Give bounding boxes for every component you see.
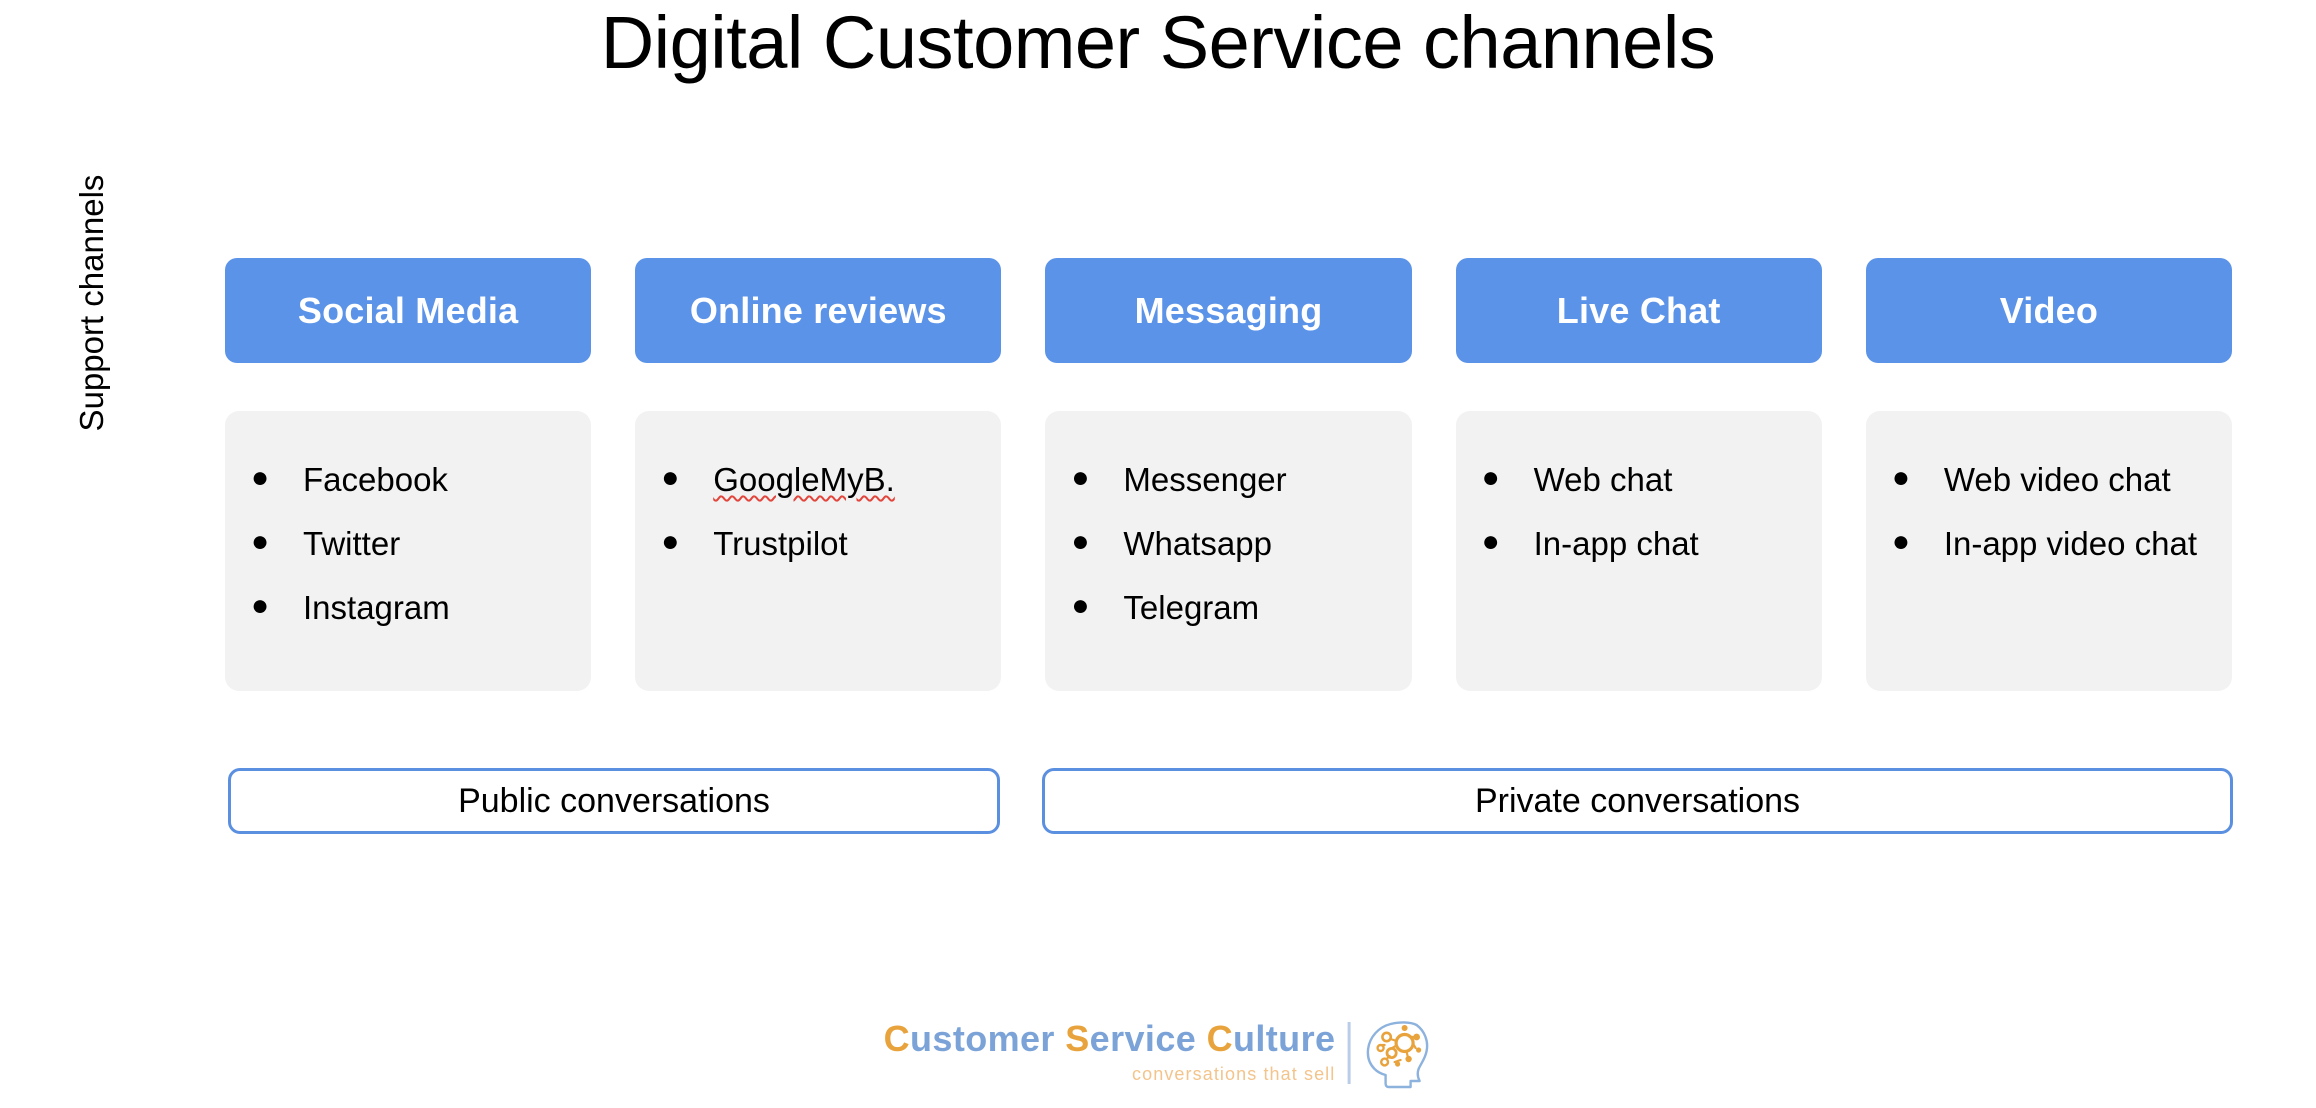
bullet-icon: ● — [1481, 461, 1500, 494]
logo-word3-cap: C — [1206, 1018, 1233, 1060]
channel-card-social-media: ● Facebook ● Twitter ● Instagram — [225, 411, 592, 691]
page-title: Digital Customer Service channels — [600, 1, 1716, 84]
list-item: ● Twitter — [239, 523, 577, 565]
bullet-icon: ● — [1891, 461, 1910, 494]
list-item: ● Facebook — [239, 459, 577, 501]
channel-list-messaging: ● Messenger ● Whatsapp ● Telegram — [1059, 459, 1397, 630]
logo-word2-cap: S — [1065, 1018, 1090, 1060]
channel-name: Twitter — [303, 525, 401, 563]
channel-card-video: ● Web video chat ● In-app video chat — [1865, 411, 2233, 691]
column-header-video[interactable]: Video — [1865, 258, 2233, 363]
list-item: ● Web video chat — [1880, 459, 2218, 501]
column-header-messaging[interactable]: Messaging — [1045, 258, 1412, 363]
bullet-icon: ● — [1891, 525, 1910, 559]
channel-list-social-media: ● Facebook ● Twitter ● Instagram — [239, 459, 577, 630]
channel-name: Web video chat — [1943, 461, 2171, 498]
logo-tagline: conversations that sell — [1131, 1064, 1336, 1085]
list-item: ● GoogleMyB. — [649, 459, 987, 501]
logo-wordmark: Customer Service Culture — [884, 1020, 1336, 1058]
channel-columns: Social Media ● Facebook ● Twitter ● Inst… — [225, 258, 2233, 691]
bullet-icon: ● — [1071, 461, 1090, 494]
channel-list-live-chat: ● Web chat ● In-app chat — [1470, 459, 1808, 565]
channel-column-messaging: Messaging ● Messenger ● Whatsapp ● Teleg… — [1045, 258, 1412, 691]
channel-name: Whatsapp — [1123, 525, 1272, 563]
column-header-live-chat[interactable]: Live Chat — [1455, 258, 1822, 363]
logo-word1-cap: C — [883, 1018, 911, 1060]
column-header-social-media[interactable]: Social Media — [225, 258, 592, 363]
bullet-icon: ● — [1071, 525, 1090, 559]
list-item: ● Whatsapp — [1059, 523, 1397, 565]
channel-list-video: ● Web video chat ● In-app video chat — [1880, 459, 2218, 565]
channel-name: In-app video chat — [1943, 525, 2197, 563]
logo-word2-rest: ervice — [1089, 1018, 1197, 1060]
logo-word3-rest: ulture — [1232, 1018, 1336, 1060]
channel-name: Instagram — [303, 589, 450, 627]
channel-card-messaging: ● Messenger ● Whatsapp ● Telegram — [1045, 411, 1412, 691]
channel-name: Facebook — [303, 461, 448, 498]
bullet-icon: ● — [1481, 525, 1500, 559]
bullet-icon: ● — [1071, 589, 1090, 623]
column-header-online-reviews[interactable]: Online reviews — [635, 258, 1002, 363]
channel-name: Messenger — [1123, 461, 1287, 498]
channel-column-social-media: Social Media ● Facebook ● Twitter ● Inst… — [225, 258, 592, 691]
list-item: ● Telegram — [1059, 587, 1397, 629]
list-item: ● In-app video chat — [1880, 523, 2218, 565]
bullet-icon: ● — [251, 461, 270, 494]
channel-name: GoogleMyB. — [713, 461, 895, 498]
channel-card-live-chat: ● Web chat ● In-app chat — [1455, 411, 1822, 691]
bullet-icon: ● — [661, 525, 680, 559]
list-item: ● Web chat — [1470, 459, 1808, 501]
channel-name: Telegram — [1123, 589, 1260, 627]
channel-name: Trustpilot — [713, 525, 848, 563]
channel-card-online-reviews: ● GoogleMyB. ● Trustpilot — [635, 411, 1002, 691]
list-item: ● Trustpilot — [649, 523, 987, 565]
channel-list-online-reviews: ● GoogleMyB. ● Trustpilot — [649, 459, 987, 565]
list-item: ● Messenger — [1059, 459, 1397, 501]
bullet-icon: ● — [661, 461, 680, 494]
logo-divider — [1347, 1022, 1351, 1084]
bullet-icon: ● — [251, 589, 270, 623]
head-brain-network-icon — [1360, 1015, 1432, 1091]
channel-column-live-chat: Live Chat ● Web chat ● In-app chat — [1455, 258, 1822, 691]
logo-word1-rest: ustomer — [910, 1018, 1055, 1060]
channel-column-online-reviews: Online reviews ● GoogleMyB. ● Trustpilot — [635, 258, 1002, 691]
channel-name: In-app chat — [1533, 525, 1699, 563]
public-conversations-bar[interactable]: Public conversations — [228, 768, 1000, 834]
list-item: ● In-app chat — [1470, 523, 1808, 565]
channel-name: Web chat — [1533, 461, 1673, 498]
conversation-type-row: Public conversations Private conversatio… — [228, 768, 2233, 834]
channel-column-video: Video ● Web video chat ● In-app video ch… — [1865, 258, 2233, 691]
logo-text-block: Customer Service Culture conversations t… — [884, 1020, 1346, 1085]
bullet-icon: ● — [251, 525, 270, 559]
brand-logo: Customer Service Culture conversations t… — [884, 1012, 1433, 1094]
support-channels-axis-label: Support channels — [73, 174, 110, 432]
private-conversations-bar[interactable]: Private conversations — [1042, 768, 2233, 834]
list-item: ● Instagram — [239, 587, 577, 629]
